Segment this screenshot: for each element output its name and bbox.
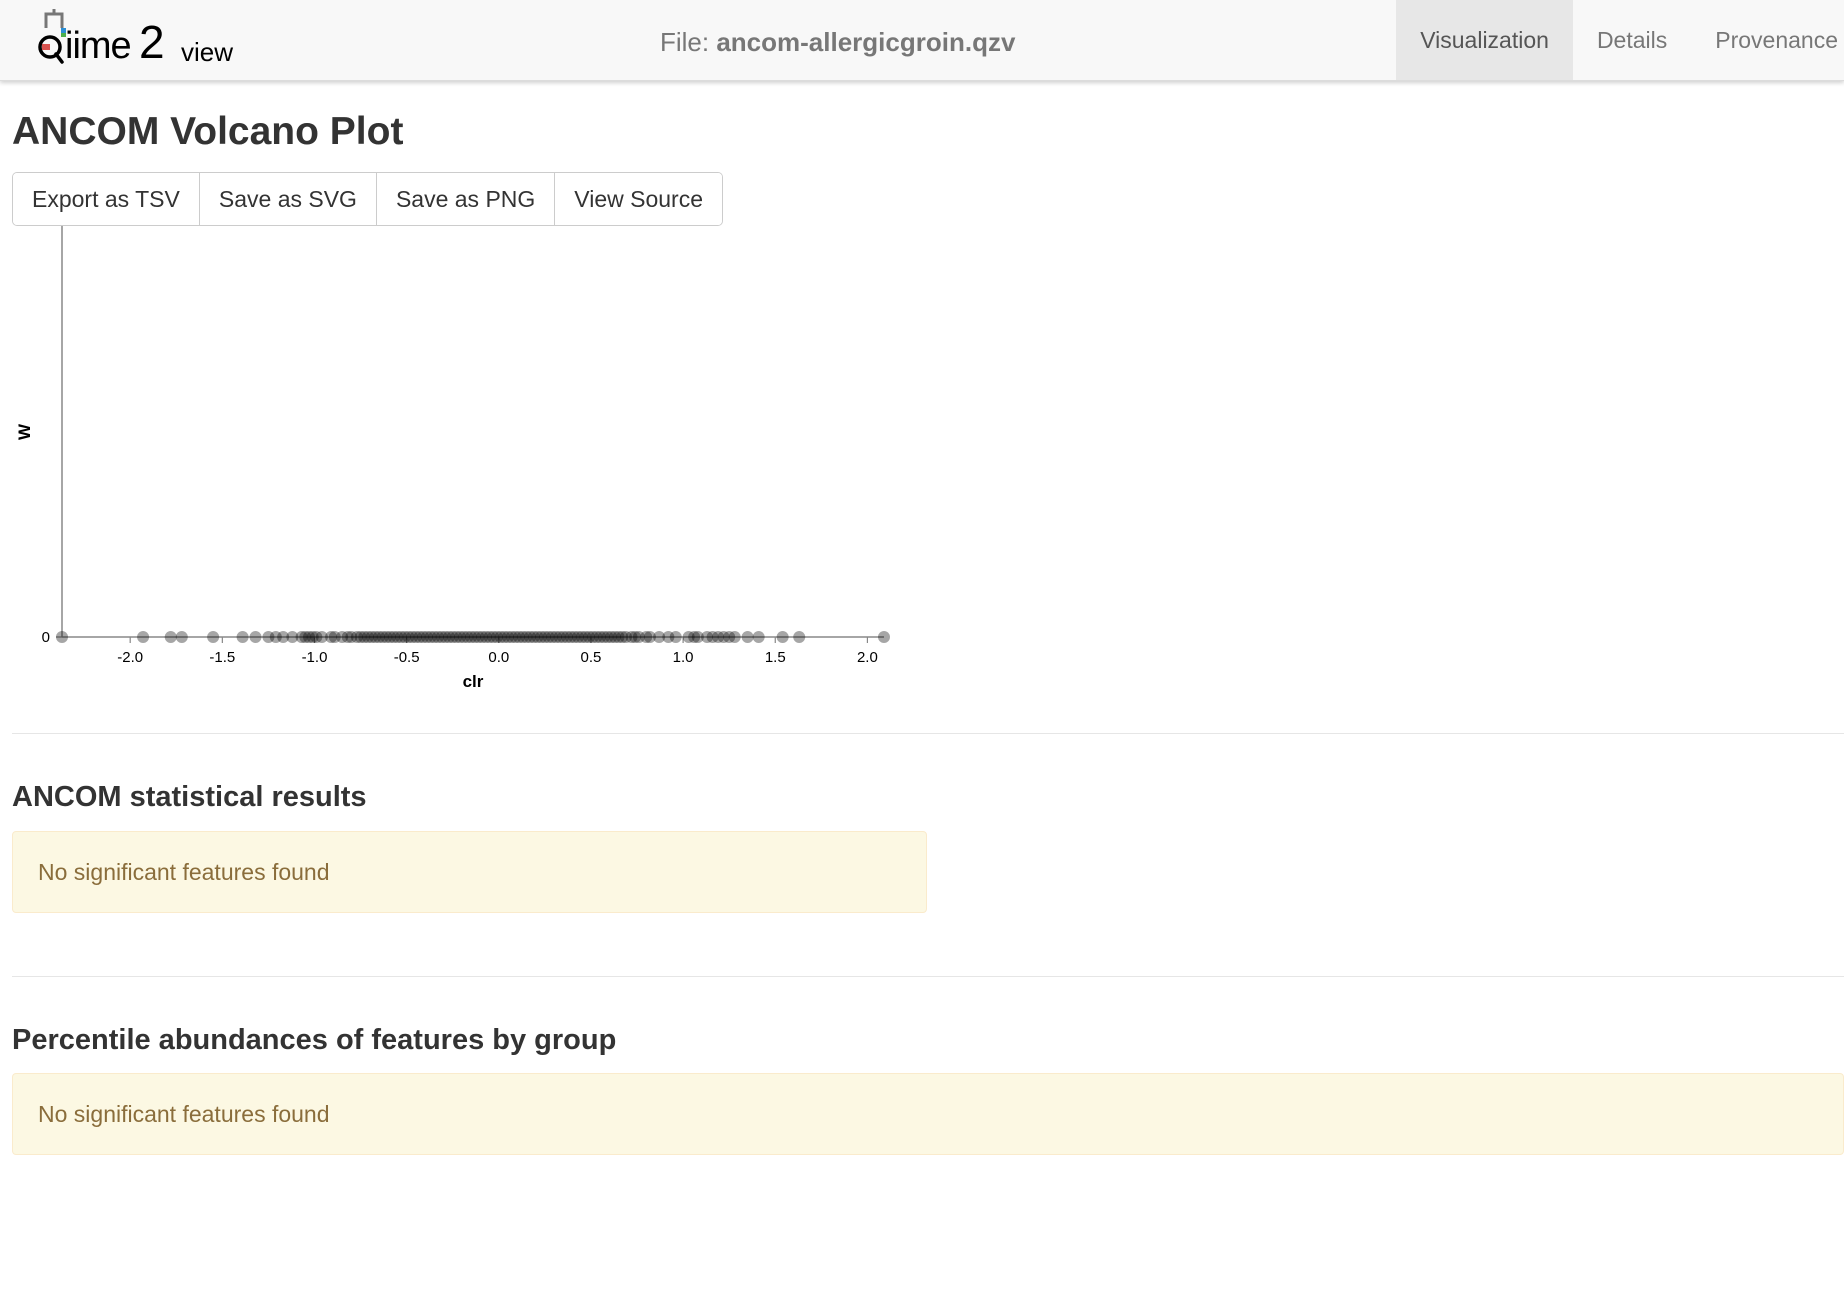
export-button-group: Export as TSV Save as SVG Save as PNG Vi… [12, 172, 723, 226]
data-point [793, 631, 806, 643]
x-tick-label: 1.5 [765, 649, 786, 666]
x-tick-label: -0.5 [394, 649, 420, 666]
save-svg-button[interactable]: Save as SVG [199, 173, 377, 225]
plot-axes [56, 226, 884, 643]
data-point [878, 631, 890, 643]
data-point [741, 631, 754, 643]
volcano-plot: -2.0 -1.5 -1.0 -0.5 0.0 0.5 1.0 1.5 2.0 0 clr W [15, 226, 890, 691]
view-tabs: Visualization Details Provenance [1396, 0, 1844, 80]
tab-visualization[interactable]: Visualization [1396, 0, 1573, 80]
y-axis-title: W [15, 423, 34, 440]
data-point [137, 631, 150, 643]
percentile-abundances-heading: Percentile abundances of features by gro… [12, 1024, 617, 1056]
data-point [669, 631, 682, 643]
plot-labels: -2.0 -1.5 -1.0 -0.5 0.0 0.5 1.0 1.5 2.0 0 clr W [15, 423, 878, 691]
svg-text:iime: iime [65, 25, 131, 67]
logo-graphic: iime 2 view [38, 9, 233, 68]
data-point [776, 631, 789, 643]
file-title: File: ancom-allergicgroin.qzv [660, 0, 1015, 80]
file-label: File: [660, 27, 717, 57]
data-point [207, 631, 220, 643]
x-tick-label: 1.0 [673, 649, 694, 666]
data-point [236, 631, 249, 643]
percentile-abundances-alert: No significant features found [12, 1073, 1844, 1155]
svg-text:2: 2 [139, 16, 165, 68]
save-png-button[interactable]: Save as PNG [376, 173, 556, 225]
view-source-button[interactable]: View Source [555, 173, 722, 225]
tab-provenance[interactable]: Provenance [1691, 0, 1844, 80]
stats-results-alert: No significant features found [12, 831, 927, 913]
x-tick-label: 2.0 [857, 649, 878, 666]
page-title: ANCOM Volcano Plot [12, 110, 404, 153]
export-tsv-button[interactable]: Export as TSV [13, 173, 200, 225]
file-name: ancom-allergicgroin.qzv [716, 27, 1016, 57]
x-tick-label: -2.0 [117, 649, 143, 666]
data-point [728, 631, 741, 643]
y-tick-label: 0 [42, 629, 50, 646]
top-navbar: iime 2 view File: ancom-allergicgroin.qz… [0, 0, 1844, 81]
data-point [752, 631, 765, 643]
data-point [56, 631, 68, 643]
x-tick-label: 0.5 [581, 649, 602, 666]
data-point [249, 631, 262, 643]
data-point [175, 631, 188, 643]
x-axis-title: clr [463, 672, 484, 691]
section-divider [12, 733, 1844, 734]
data-point [164, 631, 177, 643]
section-divider [12, 976, 1844, 977]
qiime2view-logo[interactable]: iime 2 view [36, 6, 246, 74]
tab-details[interactable]: Details [1573, 0, 1691, 80]
x-tick-label: -1.0 [302, 649, 328, 666]
stats-results-heading: ANCOM statistical results [12, 781, 367, 813]
svg-text:view: view [181, 37, 233, 67]
x-tick-label: 0.0 [488, 649, 509, 666]
x-tick-label: -1.5 [209, 649, 235, 666]
